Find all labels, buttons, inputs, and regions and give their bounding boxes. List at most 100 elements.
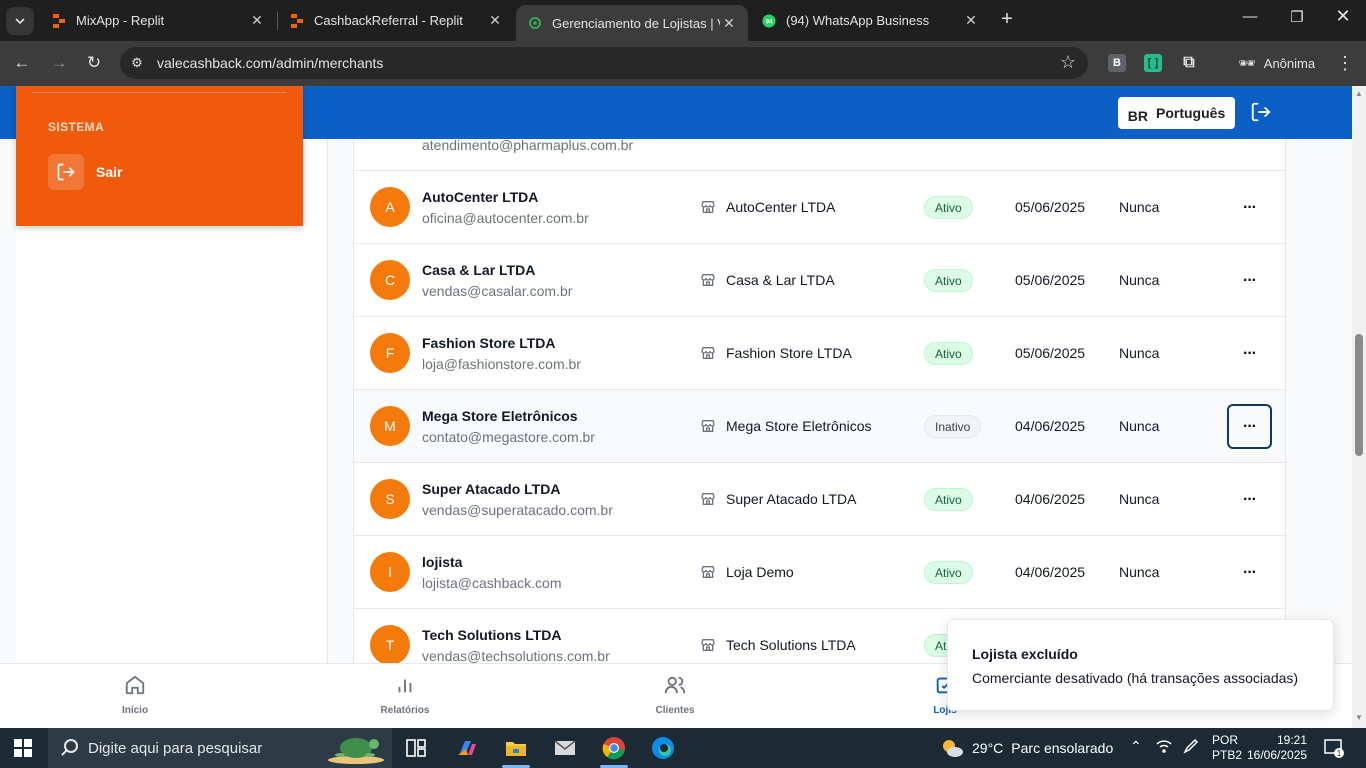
taskbar-search[interactable]: Digite aqui para pesquisar <box>48 728 392 768</box>
nav-item-home[interactable]: Início <box>85 674 185 716</box>
forward-icon[interactable]: → <box>48 52 70 74</box>
weather-temp: 29°C <box>972 740 1004 756</box>
nav-label: Clientes <box>655 705 695 716</box>
close-icon[interactable]: ✕ <box>720 15 738 32</box>
home-icon <box>85 674 185 698</box>
incognito-icon: 🕶 <box>1238 54 1256 71</box>
row-actions-button[interactable]: ··· <box>1227 185 1272 230</box>
restore-icon[interactable]: ❐ <box>1285 8 1309 26</box>
created-date: 05/06/2025 <box>1015 345 1086 361</box>
system-clock[interactable]: 19:21 16/06/2025 <box>1247 733 1307 763</box>
bookmark-star-icon[interactable]: ☆ <box>1060 52 1076 73</box>
table-row: M Mega Store Eletrônicos contato@megastore… <box>354 390 1285 463</box>
chrome-icon[interactable] <box>600 734 628 762</box>
os-taskbar: Digite aqui para pesquisar 29°C Parc ens… <box>0 728 1366 768</box>
site-info-icon[interactable]: ⚙ <box>129 55 145 71</box>
edge-icon[interactable] <box>649 734 677 762</box>
status-badge: Ativo <box>924 196 973 219</box>
merchant-name: Casa & Lar LTDA <box>422 262 536 278</box>
tab-title: Gerenciamento de Lojistas | Vale <box>552 15 720 31</box>
row-actions-button[interactable]: ··· <box>1227 550 1272 595</box>
browser-tab[interactable]: MixApp - Replit ✕ <box>40 0 276 41</box>
row-actions-button[interactable]: ··· <box>1227 404 1272 449</box>
close-icon[interactable]: ✕ <box>962 12 980 29</box>
close-window-icon[interactable]: ✕ <box>1331 6 1355 27</box>
browser-tab[interactable]: 94 (94) WhatsApp Business ✕ <box>750 0 990 41</box>
input-language[interactable]: POR PTB2 <box>1212 733 1242 763</box>
extensions-puzzle-icon[interactable]: ⧉ <box>1180 54 1198 72</box>
weather-widget[interactable]: 29°C Parc ensolarado <box>940 737 1113 759</box>
back-icon[interactable]: ← <box>11 52 33 74</box>
notification-count: 1 <box>1337 749 1342 758</box>
scroll-up-icon[interactable]: ▲ <box>1355 89 1363 98</box>
toast-notification[interactable]: Lojista excluído Comerciante desativado … <box>947 619 1334 711</box>
mail-icon[interactable] <box>551 734 579 762</box>
close-icon[interactable]: ✕ <box>248 12 266 29</box>
store-name: Fashion Store LTDA <box>726 345 852 361</box>
page-viewport: atendimento@pharmaplus.com.br A AutoCente… <box>0 86 1352 728</box>
page-scrollbar[interactable]: ▲ ▼ <box>1352 86 1366 728</box>
extension-bracket-icon[interactable]: [ ] <box>1144 54 1162 72</box>
nav-item-reports[interactable]: Relatórios <box>355 674 455 716</box>
nav-item-clients[interactable]: Clientes <box>625 674 725 716</box>
store-icon <box>700 272 716 288</box>
clock-time: 19:21 <box>1276 733 1307 747</box>
incognito-profile-button[interactable]: 🕶 Anônima <box>1228 47 1325 79</box>
address-bar[interactable]: ⚙ valecashback.com/admin/merchants ☆ <box>120 47 1088 79</box>
scrollbar-thumb[interactable] <box>1355 334 1363 456</box>
row-actions-button[interactable]: ··· <box>1227 258 1272 303</box>
users-icon <box>625 674 725 698</box>
last-access: Nunca <box>1119 564 1160 580</box>
turtle-illustration-icon <box>324 730 386 766</box>
new-tab-button[interactable]: + <box>996 8 1018 31</box>
notification-center-icon[interactable]: 1 <box>1324 738 1344 758</box>
keyboard-layout: PTB2 <box>1212 748 1243 762</box>
copilot-icon[interactable] <box>453 734 481 762</box>
chevron-down-icon <box>15 18 25 25</box>
toast-description: Comerciante desativado (há transações as… <box>972 670 1299 686</box>
sidebar-item-exit[interactable]: Sair <box>48 154 122 190</box>
last-access: Nunca <box>1119 418 1160 434</box>
language-switcher[interactable]: BR Português <box>1118 97 1235 129</box>
logout-icon[interactable] <box>1250 101 1274 125</box>
avatar: T <box>370 625 410 665</box>
merchant-email: vendas@techsolutions.com.br <box>422 648 610 664</box>
merchant-name: lojista <box>422 554 463 570</box>
avatar: l <box>370 552 410 592</box>
last-access: Nunca <box>1119 199 1160 215</box>
site-icon <box>528 16 542 30</box>
merchant-name: Mega Store Eletrônicos <box>422 408 578 424</box>
table-row: F Fashion Store LTDA loja@fashionstore.com… <box>354 317 1285 390</box>
minimize-icon[interactable]: — <box>1238 8 1262 25</box>
task-view-icon[interactable] <box>402 734 430 762</box>
created-date: 04/06/2025 <box>1015 491 1086 507</box>
chevron-up-icon[interactable]: ⌃ <box>1130 738 1142 755</box>
windows-start-icon[interactable] <box>14 739 32 757</box>
merchant-email: oficina@autocenter.com.br <box>422 210 589 226</box>
store-name: Mega Store Eletrônicos <box>726 418 872 434</box>
wifi-icon[interactable] <box>1156 738 1172 757</box>
url-text[interactable]: valecashback.com/admin/merchants <box>157 55 383 71</box>
extension-b-icon[interactable]: B <box>1108 54 1126 72</box>
browser-tab[interactable]: CashbackReferral - Replit ✕ <box>278 0 514 41</box>
avatar: S <box>370 479 410 519</box>
tab-search-button[interactable] <box>6 7 34 35</box>
store-icon <box>700 199 716 215</box>
avatar: F <box>370 333 410 373</box>
scroll-down-icon[interactable]: ▼ <box>1355 713 1363 722</box>
pen-icon[interactable] <box>1183 738 1199 757</box>
browser-tab-active[interactable]: Gerenciamento de Lojistas | Vale ✕ <box>516 5 748 41</box>
tab-title: MixApp - Replit <box>76 13 165 28</box>
row-actions-button[interactable]: ··· <box>1227 331 1272 376</box>
merchant-email: vendas@superatacado.com.br <box>422 502 613 518</box>
file-explorer-icon[interactable] <box>502 734 530 762</box>
browser-menu-icon[interactable]: ⋮ <box>1336 53 1354 74</box>
reload-icon[interactable]: ↻ <box>83 52 105 74</box>
bar-chart-icon <box>355 674 455 698</box>
store-name: Super Atacado LTDA <box>726 491 857 507</box>
merchant-name: Super Atacado LTDA <box>422 481 561 497</box>
partly-sunny-icon <box>943 740 963 757</box>
table-row: S Super Atacado LTDA vendas@superatacado.c… <box>354 463 1285 536</box>
row-actions-button[interactable]: ··· <box>1227 477 1272 522</box>
close-icon[interactable]: ✕ <box>486 12 504 29</box>
